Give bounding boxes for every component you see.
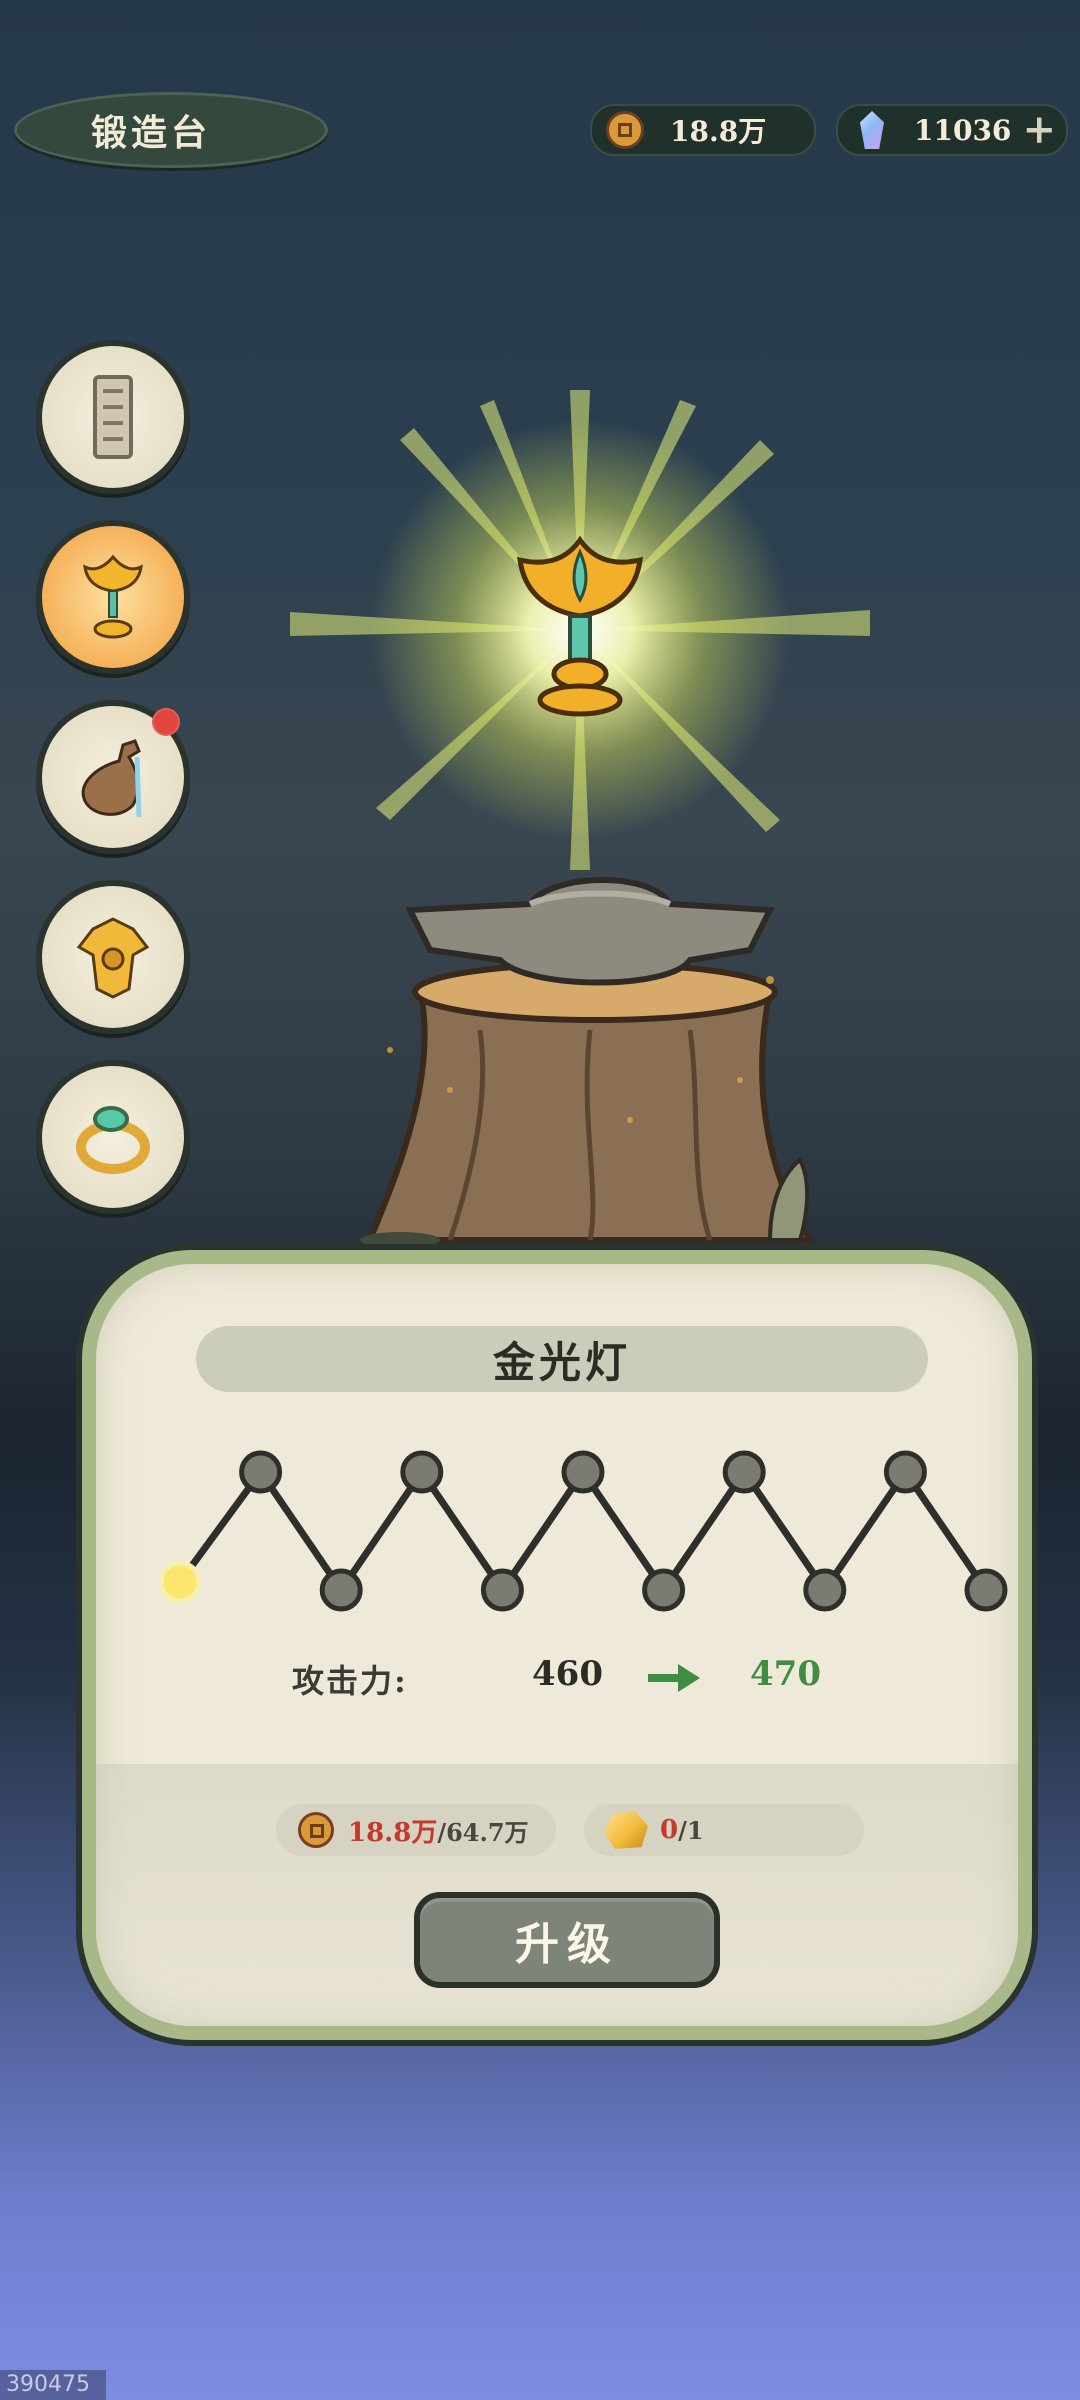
gold-cost: 18.8万 /64.7万 <box>276 1804 556 1856</box>
gold-have: 18.8万 <box>348 1817 438 1848</box>
gold-ore-icon <box>604 1811 648 1849</box>
upgrade-panel: 金光灯 攻击力: 460 470 18.8万 /64.7万 0 /1 升级 <box>82 1250 1032 2040</box>
coin-counter: 18.8万 <box>590 104 816 156</box>
notification-dot <box>152 708 180 736</box>
path-node <box>480 1568 524 1612</box>
path-node <box>561 1450 605 1494</box>
item-glow-display <box>290 390 870 870</box>
path-node <box>722 1450 766 1494</box>
upgrade-button[interactable]: 升级 <box>414 1892 720 1988</box>
material-have: 0 <box>660 1815 679 1845</box>
arrow-right-icon <box>648 1664 700 1692</box>
path-node <box>964 1568 1008 1612</box>
coin-icon <box>606 111 644 149</box>
stat-row: 攻击力: 460 470 <box>96 1648 1018 1708</box>
stat-label: 攻击力: <box>292 1662 408 1700</box>
path-node <box>642 1568 686 1612</box>
gem-icon <box>860 111 884 149</box>
gem-counter: 11036 + <box>836 104 1068 156</box>
stone-tablet-icon <box>93 375 133 459</box>
page-title: 锻造台 <box>90 112 211 154</box>
item-slot-ring[interactable] <box>36 1060 190 1214</box>
item-slot-tablet[interactable] <box>36 340 190 494</box>
add-gems-icon[interactable]: + <box>1022 110 1056 150</box>
upgrade-path <box>158 1450 1008 1612</box>
path-node <box>400 1450 444 1494</box>
path-node <box>803 1568 847 1612</box>
item-slot-lotus-lamp[interactable] <box>36 520 190 674</box>
item-name-bar: 金光灯 <box>196 1326 928 1392</box>
stat-current-value: 460 <box>532 1654 603 1694</box>
lotus-lamp-icon <box>83 554 143 639</box>
material-cost: 0 /1 <box>584 1804 864 1856</box>
path-node-current <box>158 1560 202 1604</box>
watermark: 390475 <box>0 2370 106 2400</box>
path-node <box>883 1450 927 1494</box>
gem-amount: 11036 <box>914 113 1012 147</box>
material-need: /1 <box>678 1815 704 1845</box>
upgrade-button-label: 升级 <box>515 1919 619 1970</box>
coin-icon <box>298 1812 334 1848</box>
path-node <box>319 1568 363 1612</box>
gourd-icon <box>81 739 142 818</box>
coin-amount: 18.8万 <box>670 115 767 148</box>
path-node <box>239 1450 283 1494</box>
stat-next-value: 470 <box>750 1654 821 1694</box>
jade-ring-icon <box>76 1106 150 1174</box>
gold-need: /64.7万 <box>437 1817 529 1847</box>
item-name: 金光灯 <box>492 1337 631 1387</box>
forge-anvil <box>360 877 816 1248</box>
armor-icon <box>76 917 150 999</box>
item-slot-gourd[interactable] <box>36 700 190 854</box>
item-slot-armor[interactable] <box>36 880 190 1034</box>
page-title-banner: 锻造台 <box>14 92 328 168</box>
